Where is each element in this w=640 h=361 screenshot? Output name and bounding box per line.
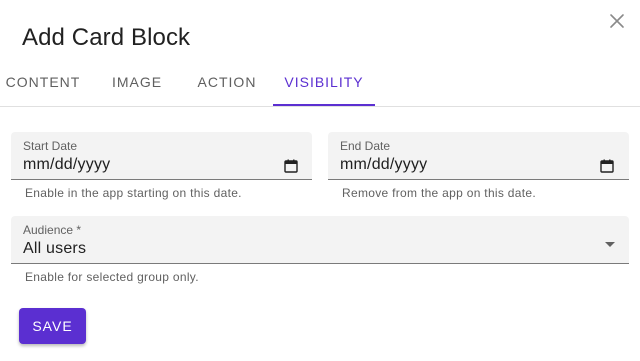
tab-action[interactable]: ACTION <box>188 58 266 106</box>
end-date-value: mm/dd/yyyy <box>340 156 428 173</box>
save-button[interactable]: SAVE <box>19 308 86 344</box>
tab-bar: CONTENT IMAGE ACTION VISIBILITY <box>0 58 640 107</box>
end-date-helper: Remove from the app on this date. <box>342 186 537 200</box>
tab-image[interactable]: IMAGE <box>96 58 178 106</box>
dialog-title: Add Card Block <box>22 24 191 51</box>
calendar-icon[interactable] <box>600 159 614 173</box>
audience-helper: Enable for selected group only. <box>25 270 199 284</box>
add-card-block-dialog: Add Card Block CONTENT IMAGE ACTION VISI… <box>0 0 640 361</box>
start-date-helper: Enable in the app starting on this date. <box>25 186 242 200</box>
start-date-value: mm/dd/yyyy <box>23 156 111 173</box>
tab-content[interactable]: CONTENT <box>0 58 86 106</box>
active-tab-indicator <box>273 104 375 106</box>
close-button[interactable] <box>605 9 629 33</box>
tab-visibility[interactable]: VISIBILITY <box>273 58 375 106</box>
calendar-icon[interactable] <box>284 159 298 173</box>
dropdown-arrow-icon[interactable] <box>605 242 615 247</box>
audience-select[interactable]: Audience * All users <box>11 216 629 264</box>
end-date-label: End Date <box>340 139 391 153</box>
close-icon <box>610 14 624 28</box>
start-date-label: Start Date <box>23 139 78 153</box>
end-date-field[interactable]: End Date mm/dd/yyyy <box>328 132 629 180</box>
audience-label: Audience * <box>23 223 82 237</box>
audience-value: All users <box>23 240 87 257</box>
start-date-field[interactable]: Start Date mm/dd/yyyy <box>11 132 312 180</box>
